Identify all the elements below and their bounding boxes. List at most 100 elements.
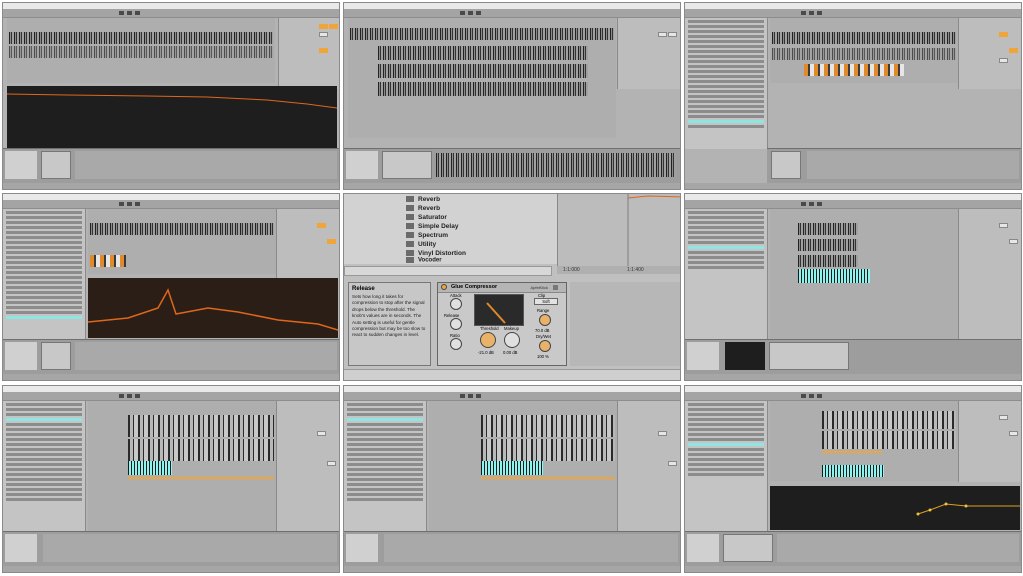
gain-reduction-meter xyxy=(474,294,524,326)
device-title: Glue Compressor xyxy=(451,284,498,290)
screenshot-tile-6 xyxy=(684,193,1022,381)
makeup-label: Makeup xyxy=(504,326,519,331)
envelope-line xyxy=(627,194,680,266)
status-bar xyxy=(685,566,1021,572)
mixer-section xyxy=(958,401,1021,482)
arrangement-view xyxy=(770,18,958,83)
attack-knob[interactable] xyxy=(450,298,462,310)
arrangement-view xyxy=(348,18,616,138)
browser-panel xyxy=(685,209,768,340)
browser-panel xyxy=(685,18,768,149)
folder-icon xyxy=(406,205,414,212)
folder-icon xyxy=(406,250,414,257)
folder-icon xyxy=(406,196,414,203)
browser-item[interactable]: Simple Delay xyxy=(406,223,458,230)
time-ruler: 1:1:000 1:1:400 xyxy=(557,266,680,274)
audio-clip[interactable] xyxy=(481,415,615,437)
selected-clip[interactable] xyxy=(128,461,172,475)
drywet-value: 100 % xyxy=(537,354,549,359)
audio-clip[interactable] xyxy=(772,48,956,60)
audio-clip[interactable] xyxy=(798,223,858,235)
bottom-bar xyxy=(344,369,680,380)
transport-bar xyxy=(685,200,1021,209)
transport-bar xyxy=(685,9,1021,18)
folder-icon xyxy=(406,241,414,248)
device-panel xyxy=(344,531,680,566)
screenshot-tile-9 xyxy=(684,385,1022,573)
audio-clip[interactable] xyxy=(90,223,274,235)
device-chain-right xyxy=(570,282,680,366)
range-label: Range xyxy=(537,308,550,313)
mixer-section xyxy=(958,18,1021,89)
arrangement-view xyxy=(429,401,617,531)
mixer-section xyxy=(617,18,680,89)
audio-clip[interactable] xyxy=(798,239,858,251)
selected-clip[interactable] xyxy=(822,465,884,477)
meter-needle xyxy=(486,302,506,324)
makeup-knob[interactable] xyxy=(504,332,520,348)
folder-icon xyxy=(406,223,414,230)
device-panel xyxy=(3,531,339,566)
audio-clip[interactable] xyxy=(9,46,273,58)
browser-panel xyxy=(685,401,768,532)
transport-bar xyxy=(3,200,339,209)
browser-panel xyxy=(344,401,427,532)
browser-item[interactable]: Reverb xyxy=(406,205,440,212)
threshold-value: -21.0 dB xyxy=(478,350,494,355)
range-knob[interactable] xyxy=(539,314,551,326)
save-preset-icon[interactable] xyxy=(553,285,558,290)
audio-clip[interactable] xyxy=(350,28,614,40)
device-panel xyxy=(767,148,1021,183)
selected-clip[interactable] xyxy=(798,269,870,283)
status-bar xyxy=(3,183,339,189)
midi-clips[interactable] xyxy=(90,255,126,267)
audio-clip[interactable] xyxy=(822,411,956,429)
mixer-section xyxy=(958,209,1021,340)
transport-bar xyxy=(685,392,1021,401)
drywet-label: Dry/Wet xyxy=(536,334,552,339)
audio-clip[interactable] xyxy=(772,32,956,44)
device-on-icon[interactable] xyxy=(441,284,447,290)
device-panel xyxy=(344,148,680,183)
arrangement-view xyxy=(88,401,276,531)
browser-item[interactable]: Utility xyxy=(406,241,436,248)
audio-clip[interactable] xyxy=(378,64,588,78)
browser-item[interactable]: Saturator xyxy=(406,214,447,221)
threshold-knob[interactable] xyxy=(480,332,496,348)
browser-search-bar[interactable] xyxy=(344,266,552,276)
audio-clip[interactable] xyxy=(9,32,273,44)
automation-line xyxy=(481,477,615,479)
makeup-value: 0.00 dB xyxy=(503,350,518,355)
audio-clip[interactable] xyxy=(481,439,615,461)
browser-item[interactable]: Reverb xyxy=(406,196,440,203)
audio-clip[interactable] xyxy=(822,431,956,449)
range-value: 70.0 dB xyxy=(535,328,550,333)
selected-clip[interactable] xyxy=(481,461,543,475)
browser-panel xyxy=(3,209,86,340)
mixer-section xyxy=(276,209,339,280)
audio-clip[interactable] xyxy=(378,46,588,60)
release-knob[interactable] xyxy=(450,318,462,330)
audio-clip[interactable] xyxy=(378,82,588,96)
mixer-section xyxy=(278,18,339,89)
audio-clip[interactable] xyxy=(798,255,858,267)
screenshot-tile-3 xyxy=(684,2,1022,190)
browser-item[interactable]: Vinyl Distortion xyxy=(406,250,466,257)
drywet-knob[interactable] xyxy=(539,340,551,352)
soft-clip-button[interactable]: Soft xyxy=(534,298,558,305)
arrange-thumbnail xyxy=(557,194,680,266)
screenshot-tile-7 xyxy=(2,385,340,573)
device-panel xyxy=(3,148,339,183)
automation-line xyxy=(128,477,274,479)
ratio-knob[interactable] xyxy=(450,338,462,350)
midi-clips[interactable] xyxy=(804,64,904,76)
browser-item[interactable]: Spectrum xyxy=(406,232,448,239)
audio-clip[interactable] xyxy=(128,439,274,461)
folder-icon xyxy=(406,257,414,263)
audio-clip[interactable] xyxy=(128,415,274,437)
arrangement-view xyxy=(88,209,276,274)
transport-bar xyxy=(3,9,339,18)
device-panel xyxy=(3,339,339,374)
browser-item[interactable]: Vocoder xyxy=(406,257,442,264)
device-panel xyxy=(685,339,1021,374)
